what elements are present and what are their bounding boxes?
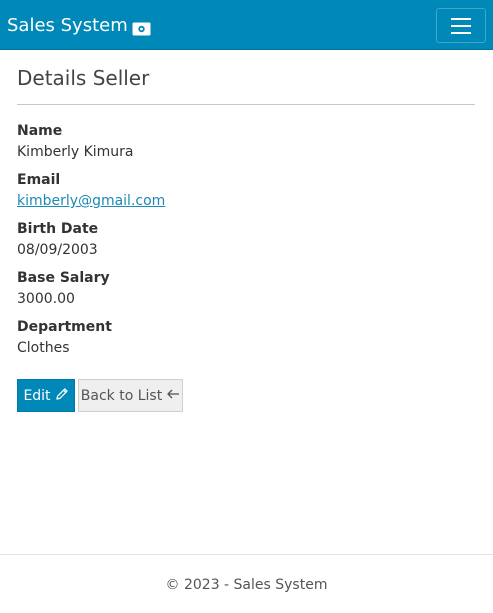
department-label: Department: [17, 319, 112, 335]
hamburger-menu-icon: [451, 17, 471, 20]
navbar-brand[interactable]: Sales System: [7, 14, 151, 38]
navbar-toggler-button[interactable]: [436, 8, 486, 43]
base-salary-value: 3000.00: [17, 291, 75, 307]
email-link[interactable]: kimberly@gmail.com: [17, 191, 165, 211]
department-value: Clothes: [17, 340, 70, 356]
back-to-list-button[interactable]: Back to List: [78, 379, 183, 412]
birth-date-label: Birth Date: [17, 221, 99, 237]
email-label: Email: [17, 172, 61, 188]
base-salary-label: Base Salary: [17, 270, 110, 286]
pencil-icon: [55, 387, 69, 405]
birth-date-value: 08/09/2003: [17, 242, 98, 258]
money-bill-icon: [132, 19, 151, 36]
name-label: Name: [17, 123, 63, 139]
footer-copyright: © 2023 - Sales System: [165, 577, 328, 593]
title-divider: [17, 104, 475, 105]
arrow-left-icon: [166, 388, 180, 404]
edit-button[interactable]: Edit: [17, 379, 75, 412]
page-title: Details Seller: [17, 66, 150, 90]
top-navbar: Sales System: [0, 0, 493, 50]
brand-label: Sales System: [7, 15, 128, 36]
footer-divider: [0, 554, 493, 555]
edit-button-label: Edit: [23, 387, 51, 404]
name-value: Kimberly Kimura: [17, 144, 134, 160]
back-to-list-label: Back to List: [80, 387, 163, 404]
